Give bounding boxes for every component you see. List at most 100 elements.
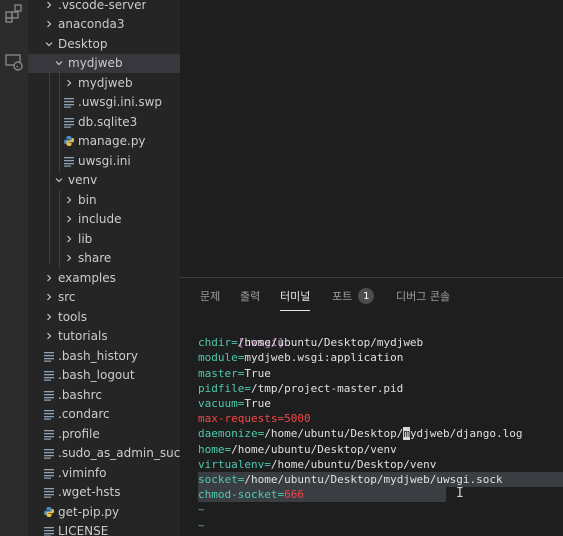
explorer-folder-item[interactable]: examples: [28, 268, 180, 288]
config-key: socket: [198, 473, 238, 486]
explorer-item-label: venv: [68, 173, 98, 188]
explorer-item-label: db.sqlite3: [78, 114, 138, 129]
explorer-folder-item[interactable]: include: [28, 210, 180, 230]
file-lines-icon: [42, 466, 56, 480]
editor-area[interactable]: [180, 0, 563, 277]
terminal-line: home=/home/ubuntu/Desktop/venv: [198, 442, 397, 456]
terminal-line: chdir=/home/ubuntu/Desktop/mydjweb: [198, 336, 424, 350]
terminal-line: module=mydjweb.wsgi:application: [198, 351, 404, 365]
tab-terminal[interactable]: 터미널: [280, 278, 311, 314]
explorer-file-item[interactable]: get-pip.py: [28, 502, 180, 522]
terminal-line: max-requests=5000: [198, 412, 311, 426]
file-lines-icon: [62, 115, 76, 129]
config-key: master: [198, 366, 238, 380]
explorer-folder-item[interactable]: venv: [28, 171, 180, 191]
explorer-item-label: .bashrc: [58, 387, 102, 402]
file-lines-icon: [42, 524, 56, 536]
explorer-item-label: .bash_history: [58, 348, 138, 363]
chevron-right-icon: [42, 290, 56, 304]
explorer-file-item[interactable]: LICENSE: [28, 522, 180, 536]
explorer-item-label: .profile: [58, 426, 100, 441]
explorer-file-item[interactable]: .uwsgi.ini.swp: [28, 93, 180, 113]
tab-problems-label: 문제: [200, 290, 221, 303]
explorer-file-item[interactable]: .sudo_as_admin_succ...: [28, 444, 180, 464]
config-value: /home/ubuntu/Desktop/venv: [231, 442, 397, 456]
config-value: /home/ubuntu/Desktop/mydjweb/uwsgi.sock: [244, 473, 503, 486]
config-value: 5000: [284, 412, 311, 426]
terminal-line: vacuum=True: [198, 397, 271, 410]
config-value: True: [244, 366, 271, 380]
explorer-folder-item[interactable]: mydjweb: [28, 53, 180, 73]
explorer-file-item[interactable]: manage.py: [28, 132, 180, 152]
explorer-file-item[interactable]: .bashrc: [28, 385, 180, 405]
chevron-right-icon: [62, 76, 76, 90]
config-key: vacuum: [198, 397, 238, 410]
explorer-folder-item[interactable]: lib: [28, 229, 180, 249]
chevron-down-icon: [52, 56, 66, 70]
explorer-item-label: .condarc: [58, 407, 110, 422]
explorer-item-label: lib: [78, 231, 93, 246]
chevron-down-icon: [52, 173, 66, 187]
explorer-item-label: mydjweb: [68, 56, 123, 71]
chevron-right-icon: [42, 310, 56, 324]
terminal-line: master=True: [198, 366, 271, 380]
explorer-file-item[interactable]: uwsgi.ini: [28, 151, 180, 171]
explorer-folder-item[interactable]: mydjweb: [28, 73, 180, 93]
explorer-folder-item[interactable]: anaconda3: [28, 15, 180, 35]
explorer-folder-item[interactable]: tools: [28, 307, 180, 327]
explorer-folder-item[interactable]: .vscode-server: [28, 0, 180, 15]
explorer-file-item[interactable]: .wget-hsts: [28, 483, 180, 503]
chevron-right-icon: [42, 271, 56, 285]
config-value: ydjweb/django.log: [409, 427, 523, 441]
config-value: /home/ubuntu/Desktop/venv: [270, 457, 437, 471]
terminal-line-selected: chmod-socket=666: [198, 487, 446, 503]
explorer-file-item[interactable]: .bash_logout: [28, 366, 180, 386]
tab-ports[interactable]: 포트 1: [332, 278, 375, 314]
tab-ports-label: 포트: [332, 290, 353, 303]
terminal-line-selected: socket=/home/ubuntu/Desktop/mydjweb/uwsg…: [198, 472, 563, 488]
explorer-folder-item[interactable]: src: [28, 288, 180, 308]
config-key: max-requests: [198, 412, 278, 426]
explorer-item-label: uwsgi.ini: [78, 153, 131, 168]
explorer-item-label: get-pip.py: [58, 504, 120, 519]
file-lines-icon: [42, 446, 56, 460]
explorer-item-label: bin: [78, 192, 97, 207]
chevron-right-icon: [62, 232, 76, 246]
tab-problems[interactable]: 문제: [200, 278, 220, 314]
file-lines-icon: [42, 349, 56, 363]
explorer-file-item[interactable]: db.sqlite3: [28, 112, 180, 132]
explorer-folder-item[interactable]: tutorials: [28, 327, 180, 347]
chevron-right-icon: [62, 212, 76, 226]
terminal-cursor: m: [403, 427, 410, 441]
tab-debug-console[interactable]: 디버그 콘솔: [396, 278, 450, 314]
terminal-empty-line-marker: ~: [198, 518, 205, 532]
explorer-item-label: .uwsgi.ini.swp: [78, 95, 163, 110]
ports-count-badge: 1: [358, 288, 375, 304]
explorer-file-item[interactable]: .profile: [28, 424, 180, 444]
config-key: chdir: [198, 336, 232, 350]
explorer-file-item[interactable]: .bash_history: [28, 346, 180, 366]
tab-terminal-label: 터미널: [280, 290, 311, 303]
explorer-folder-item[interactable]: share: [28, 249, 180, 269]
extensions-icon[interactable]: [0, 0, 28, 28]
explorer-folder-item[interactable]: Desktop: [28, 34, 180, 54]
explorer-file-item[interactable]: .viminfo: [28, 463, 180, 483]
explorer-folder-item[interactable]: bin: [28, 190, 180, 210]
explorer-item-label: manage.py: [78, 134, 146, 149]
remote-explorer-icon[interactable]: [0, 48, 28, 76]
explorer-item-label: tools: [58, 309, 87, 324]
chevron-right-icon: [42, 0, 56, 12]
explorer-item-label: mydjweb: [78, 75, 133, 90]
tab-output[interactable]: 출력: [240, 278, 260, 314]
terminal-empty-line-marker: ~: [198, 503, 205, 517]
explorer-item-label: tutorials: [58, 329, 108, 344]
terminal-output[interactable]: [uwsgi] chdir=/home/ubuntu/Desktop/mydjw…: [198, 320, 563, 536]
file-lines-icon: [42, 485, 56, 499]
explorer-item-label: examples: [58, 270, 116, 285]
config-value: mydjweb.wsgi:application: [244, 351, 404, 365]
chevron-down-icon: [42, 37, 56, 51]
config-key: pidfile: [198, 381, 245, 395]
config-value: /tmp/project-master.pid: [250, 381, 404, 395]
explorer-file-item[interactable]: .condarc: [28, 405, 180, 425]
config-key: module: [198, 351, 238, 365]
